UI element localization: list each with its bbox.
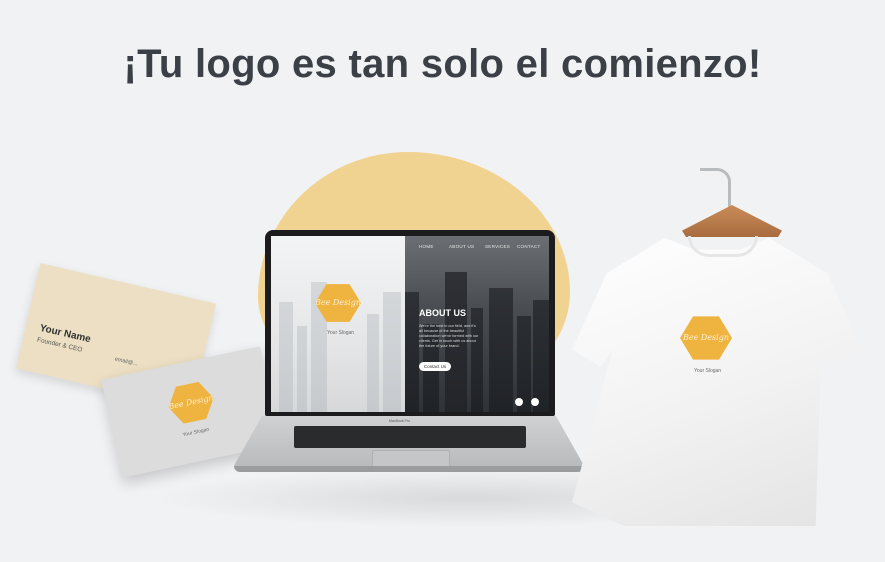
laptop-base: MacBook Pro bbox=[234, 416, 584, 470]
website-left-panel: Bee Design Your Slogan bbox=[271, 236, 405, 412]
twitter-icon[interactable] bbox=[531, 398, 539, 406]
logo-script: Bee Design bbox=[167, 393, 215, 412]
laptop-base-edge bbox=[234, 466, 584, 472]
card-email: email@... bbox=[114, 356, 139, 368]
laptop: Bee Design Your Slogan HOME ABOUT US SER… bbox=[265, 230, 555, 416]
logo-caption: Your Slogan bbox=[694, 368, 722, 374]
page-headline: ¡Tu logo es tan solo el comienzo! bbox=[123, 42, 762, 86]
nav-about-us[interactable]: ABOUT US bbox=[449, 244, 474, 249]
logo-script: Bee Design bbox=[315, 298, 361, 307]
about-body: We're the best in our field, and it's al… bbox=[419, 324, 479, 348]
logo-caption: Your Slogan bbox=[327, 330, 355, 336]
hexagon-logo-icon: Bee Design bbox=[164, 377, 218, 428]
laptop-screen: Bee Design Your Slogan HOME ABOUT US SER… bbox=[271, 236, 549, 412]
nav-contact[interactable]: CONTACT bbox=[517, 244, 541, 249]
nav-services[interactable]: SERVICES bbox=[485, 244, 510, 249]
logo-caption: Your Slogan bbox=[182, 426, 210, 439]
t-shirt-collar bbox=[688, 236, 758, 257]
about-title: ABOUT US bbox=[419, 308, 466, 318]
contact-us-button[interactable]: Contact Us bbox=[419, 362, 451, 371]
laptop-label: MacBook Pro bbox=[389, 419, 411, 423]
nav-home[interactable]: HOME bbox=[419, 244, 434, 249]
hanger-hook bbox=[700, 168, 731, 211]
logo-script: Bee Design bbox=[683, 333, 729, 342]
t-shirt bbox=[572, 237, 862, 526]
wooden-hanger bbox=[682, 205, 782, 237]
website-right-panel: HOME ABOUT US SERVICES CONTACT ABOUT US … bbox=[405, 236, 549, 412]
facebook-icon[interactable] bbox=[515, 398, 523, 406]
laptop-keyboard bbox=[294, 426, 526, 448]
